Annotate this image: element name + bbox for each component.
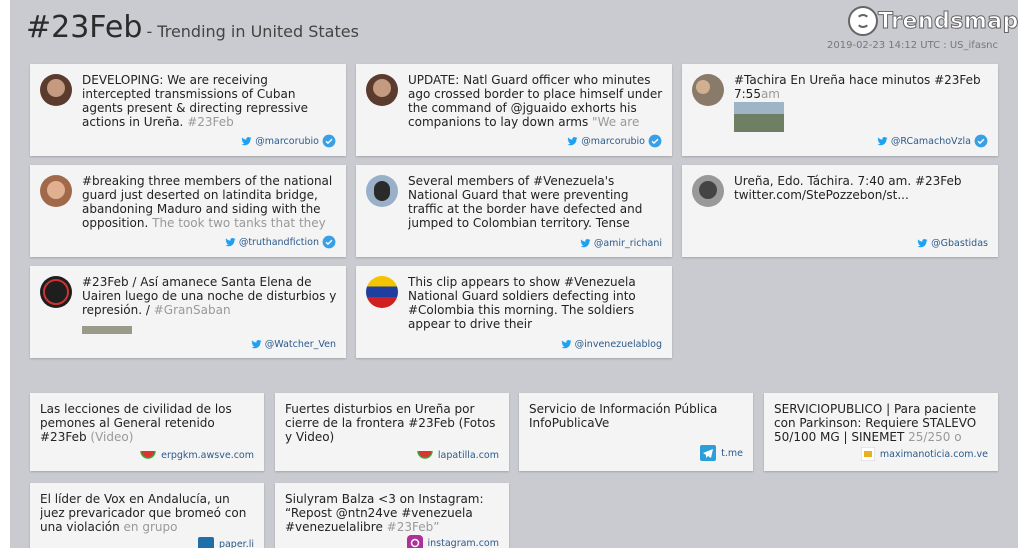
globe-icon	[848, 6, 878, 36]
avatar[interactable]	[692, 175, 724, 207]
link-card[interactable]: SERVICIOPUBLICO | Para paciente con Park…	[764, 393, 998, 471]
tweet-card[interactable]: This clip appears to show #Venezuela Nat…	[356, 266, 672, 358]
telegram-icon	[700, 445, 717, 461]
tweet-card[interactable]: Several members of #Venezuela's National…	[356, 165, 672, 257]
twitter-bird-icon	[567, 136, 578, 145]
twitter-bird-icon	[251, 340, 262, 349]
news-icon	[860, 447, 875, 461]
tweet-text: UPDATE: Natl Guard officer who minutes a…	[408, 73, 663, 129]
twitter-bird-icon	[580, 239, 591, 248]
trendsmap-logo[interactable]: Trendsmap	[848, 6, 1018, 36]
link-title: Servicio de Información Pública InfoPubl…	[529, 402, 718, 430]
tweet-text: #23Feb / Así amanece Santa Elena de Uair…	[82, 275, 337, 317]
link-title: Siulyram Balza <3 on Instagram: “Repost …	[285, 492, 484, 534]
link-domain[interactable]: t.me	[700, 445, 743, 461]
avatar[interactable]	[40, 175, 72, 207]
link-card[interactable]: Servicio de Información Pública InfoPubl…	[519, 393, 753, 471]
tweet-handle[interactable]: @Gbastidas	[917, 238, 988, 249]
link-card[interactable]: Siulyram Balza <3 on Instagram: “Repost …	[275, 483, 509, 548]
tweet-text: This clip appears to show #Venezuela Nat…	[408, 275, 636, 331]
link-title: Las lecciones de civilidad de los pemone…	[40, 402, 232, 444]
watermelon-icon	[417, 450, 433, 459]
avatar[interactable]	[366, 74, 398, 106]
tweet-text: Ureña, Edo. Táchira. 7:40 am. #23Feb twi…	[734, 174, 962, 202]
twitter-bird-icon	[561, 340, 572, 349]
twitter-bird-icon	[877, 136, 888, 145]
tweet-card[interactable]: UPDATE: Natl Guard officer who minutes a…	[356, 64, 672, 156]
verified-badge-icon	[648, 134, 662, 148]
verified-badge-icon	[322, 134, 336, 148]
avatar[interactable]	[366, 175, 398, 207]
tweet-text: Several members of #Venezuela's National…	[408, 174, 643, 230]
timestamp: 2019-02-23 14:12 UTC : US_ifasnc	[827, 40, 998, 51]
tweet-handle[interactable]: @Watcher_Ven	[251, 339, 336, 350]
link-domain[interactable]: erpgkm.awsve.com	[140, 449, 254, 461]
link-domain[interactable]: lapatilla.com	[417, 449, 499, 461]
link-domain[interactable]: maximanoticia.com.ve	[860, 447, 988, 461]
tweet-card[interactable]: Ureña, Edo. Táchira. 7:40 am. #23Feb twi…	[682, 165, 998, 257]
brand-name: Trendsmap	[878, 8, 1018, 34]
avatar[interactable]	[40, 74, 72, 106]
instagram-icon	[406, 535, 423, 548]
verified-badge-icon	[974, 134, 988, 148]
link-title: El líder de Vox en Andalucía, un juez pr…	[40, 492, 247, 534]
verified-badge-icon	[322, 235, 336, 249]
tweet-handle[interactable]: @marcorubio	[567, 134, 662, 148]
link-card[interactable]: Fuertes disturbios en Ureña por cierre d…	[275, 393, 509, 471]
link-card[interactable]: El líder de Vox en Andalucía, un juez pr…	[30, 483, 264, 548]
tweet-text: #breaking three members of the national …	[82, 174, 333, 230]
avatar[interactable]	[40, 276, 72, 308]
link-title: SERVICIOPUBLICO | Para paciente con Park…	[774, 402, 977, 444]
trendsmap-page: #23Feb - Trending in United States Trends…	[10, 0, 1018, 548]
link-domain[interactable]: instagram.com	[406, 535, 499, 548]
tweet-card[interactable]: DEVELOPING: We are receiving intercepted…	[30, 64, 346, 156]
twitter-bird-icon	[917, 239, 928, 248]
link-domain[interactable]: paper.li	[197, 537, 254, 548]
link-title: Fuertes disturbios en Ureña por cierre d…	[285, 402, 496, 444]
tweet-handle[interactable]: @truthandfiction	[225, 235, 336, 249]
trending-subtitle: - Trending in United States	[146, 22, 359, 41]
link-card[interactable]: Las lecciones de civilidad de los pemone…	[30, 393, 264, 471]
watermelon-icon	[140, 450, 156, 459]
tweet-handle[interactable]: @marcorubio	[241, 134, 336, 148]
tweet-image[interactable]	[734, 102, 784, 132]
page-title: #23Feb - Trending in United States	[26, 10, 359, 45]
twitter-bird-icon	[241, 136, 252, 145]
tweet-handle[interactable]: @invenezuelablog	[561, 339, 662, 350]
twitter-bird-icon	[225, 237, 236, 246]
tweet-handle[interactable]: @amir_richani	[580, 238, 662, 249]
tweet-text: #Tachira En Ureña hace minutos #23Feb 7:…	[734, 73, 981, 101]
tweet-card[interactable]: #23Feb / Así amanece Santa Elena de Uair…	[30, 266, 346, 358]
avatar[interactable]	[366, 276, 398, 308]
tweet-text: DEVELOPING: We are receiving intercepted…	[82, 73, 309, 129]
tweet-card[interactable]: #Tachira En Ureña hace minutos #23Feb 7:…	[682, 64, 998, 156]
paperli-icon	[197, 537, 214, 548]
tweet-handle[interactable]: @RCamachoVzla	[877, 134, 988, 148]
tweet-image[interactable]	[82, 326, 132, 334]
hashtag-title[interactable]: #23Feb	[26, 10, 142, 45]
tweet-card[interactable]: #breaking three members of the national …	[30, 165, 346, 257]
avatar[interactable]	[692, 74, 724, 106]
